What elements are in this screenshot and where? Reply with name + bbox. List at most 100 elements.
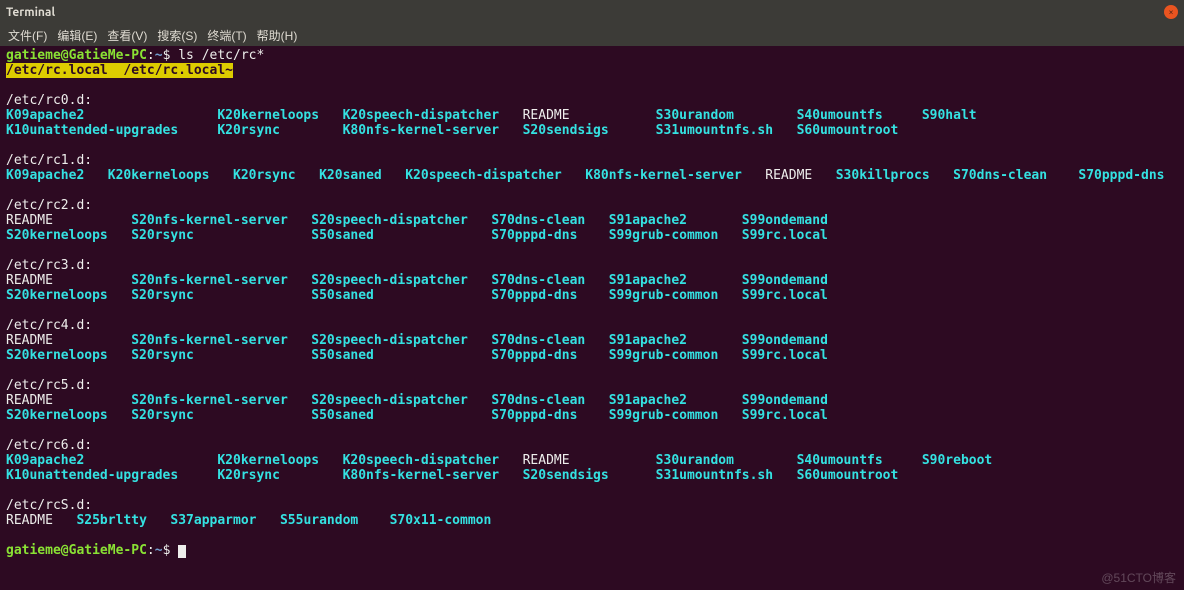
section-header: /etc/rc1.d:: [6, 153, 92, 168]
ls-entry: K20rsync: [217, 123, 280, 138]
ls-entry: S99ondemand: [742, 273, 828, 288]
ls-entry: S40umountfs: [797, 108, 883, 123]
ls-entry: S20rsync: [131, 408, 194, 423]
ls-entry: S99rc.local: [742, 348, 828, 363]
ls-file: /etc/rc.local /etc/rc.local~: [6, 63, 233, 78]
ls-entry: S20nfs-kernel-server: [131, 213, 288, 228]
ls-entry: K20kerneloops: [108, 168, 210, 183]
ls-entry: S99rc.local: [742, 228, 828, 243]
menu-edit[interactable]: 编辑(E): [57, 27, 97, 44]
prompt-path: ~: [155, 48, 163, 63]
ls-entry: S99grub-common: [609, 348, 719, 363]
ls-entry: S30killprocs: [836, 168, 930, 183]
ls-entry: K10unattended-upgrades: [6, 468, 178, 483]
prompt-path: ~: [155, 543, 163, 558]
ls-entry: S70pppd-dns: [491, 288, 577, 303]
menu-view[interactable]: 查看(V): [107, 27, 147, 44]
ls-entry: S60umountroot: [797, 123, 899, 138]
section-header: /etc/rc4.d:: [6, 318, 92, 333]
ls-entry: K20saned: [319, 168, 382, 183]
ls-entry: S31umountnfs.sh: [656, 123, 773, 138]
ls-entry: S70x11-common: [390, 513, 492, 528]
ls-entry: S70pppd-dns: [491, 228, 577, 243]
menu-search[interactable]: 搜索(S): [157, 27, 197, 44]
prompt-host: GatieMe-PC: [69, 48, 147, 63]
ls-entry: S99grub-common: [609, 228, 719, 243]
ls-entry: S20sendsigs: [523, 468, 609, 483]
ls-entry: S90halt: [922, 108, 977, 123]
ls-entry: S20kerneloops: [6, 288, 108, 303]
ls-entry: S20nfs-kernel-server: [131, 273, 288, 288]
ls-entry: S55urandom: [280, 513, 358, 528]
ls-entry: S60umountroot: [797, 468, 899, 483]
ls-entry: S20sendsigs: [523, 123, 609, 138]
command: ls /etc/rc*: [178, 48, 264, 63]
terminal-content[interactable]: gatieme@GatieMe-PC:~$ ls /etc/rc* /etc/r…: [0, 46, 1184, 560]
ls-entry: S31umountnfs.sh: [656, 468, 773, 483]
ls-entry: README: [6, 393, 53, 408]
window-title: Terminal: [6, 6, 1164, 19]
ls-entry: S50saned: [311, 288, 374, 303]
section-header: /etc/rc3.d:: [6, 258, 92, 273]
ls-entry: S70pppd-dns: [491, 408, 577, 423]
ls-entry: K20speech-dispatcher: [343, 453, 500, 468]
ls-entry: S90reboot: [922, 453, 992, 468]
ls-entry: K20kerneloops: [217, 108, 319, 123]
ls-entry: S30urandom: [656, 453, 734, 468]
prompt-user: gatieme: [6, 543, 61, 558]
ls-entry: S20rsync: [131, 228, 194, 243]
ls-entry: S20kerneloops: [6, 228, 108, 243]
ls-entry: S20speech-dispatcher: [311, 273, 468, 288]
ls-entry: K80nfs-kernel-server: [343, 123, 500, 138]
section-header: /etc/rc0.d:: [6, 93, 92, 108]
ls-entry: S99rc.local: [742, 408, 828, 423]
ls-entry: S50saned: [311, 228, 374, 243]
ls-entry: K20speech-dispatcher: [405, 168, 562, 183]
ls-entry: K09apache2: [6, 168, 84, 183]
ls-entry: S20speech-dispatcher: [311, 213, 468, 228]
ls-entry: K20speech-dispatcher: [343, 108, 500, 123]
ls-entry: S37apparmor: [170, 513, 256, 528]
ls-entry: S50saned: [311, 348, 374, 363]
ls-entry: S20rsync: [131, 348, 194, 363]
ls-entry: K80nfs-kernel-server: [343, 468, 500, 483]
section-header: /etc/rcS.d:: [6, 498, 92, 513]
cursor: [178, 545, 186, 558]
menu-terminal[interactable]: 终端(T): [207, 27, 246, 44]
ls-entry: README: [6, 513, 53, 528]
ls-entry: S91apache2: [609, 273, 687, 288]
ls-entry: S70dns-clean: [491, 213, 585, 228]
ls-entry: S70pppd-dns: [491, 348, 577, 363]
ls-entry: S70dns-clean: [491, 273, 585, 288]
ls-entry: README: [523, 453, 570, 468]
ls-entry: README: [6, 273, 53, 288]
menu-file[interactable]: 文件(F): [8, 27, 47, 44]
ls-entry: K20rsync: [217, 468, 280, 483]
ls-entry: S99rc.local: [742, 288, 828, 303]
ls-entry: S99grub-common: [609, 408, 719, 423]
ls-entry: S20speech-dispatcher: [311, 333, 468, 348]
ls-entry: S91apache2: [609, 213, 687, 228]
ls-entry: README: [6, 333, 53, 348]
section-header: /etc/rc6.d:: [6, 438, 92, 453]
ls-entry: K09apache2: [6, 108, 84, 123]
menu-help[interactable]: 帮助(H): [257, 27, 298, 44]
ls-entry: S20kerneloops: [6, 408, 108, 423]
ls-entry: S70dns-clean: [491, 393, 585, 408]
close-icon[interactable]: ×: [1164, 5, 1178, 19]
ls-entry: S50saned: [311, 408, 374, 423]
titlebar[interactable]: Terminal ×: [0, 0, 1184, 24]
prompt-user: gatieme: [6, 48, 61, 63]
ls-entry: S91apache2: [609, 333, 687, 348]
ls-entry: README: [6, 213, 53, 228]
ls-entry: S99grub-common: [609, 288, 719, 303]
ls-entry: S25brltty: [76, 513, 146, 528]
ls-entry: S20kerneloops: [6, 348, 108, 363]
ls-entry: K10unattended-upgrades: [6, 123, 178, 138]
ls-entry: S99ondemand: [742, 333, 828, 348]
menubar: 文件(F) 编辑(E) 查看(V) 搜索(S) 终端(T) 帮助(H): [0, 24, 1184, 46]
ls-entry: README: [765, 168, 812, 183]
ls-entry: K80nfs-kernel-server: [585, 168, 742, 183]
ls-entry: S20rsync: [131, 288, 194, 303]
section-header: /etc/rc2.d:: [6, 198, 92, 213]
